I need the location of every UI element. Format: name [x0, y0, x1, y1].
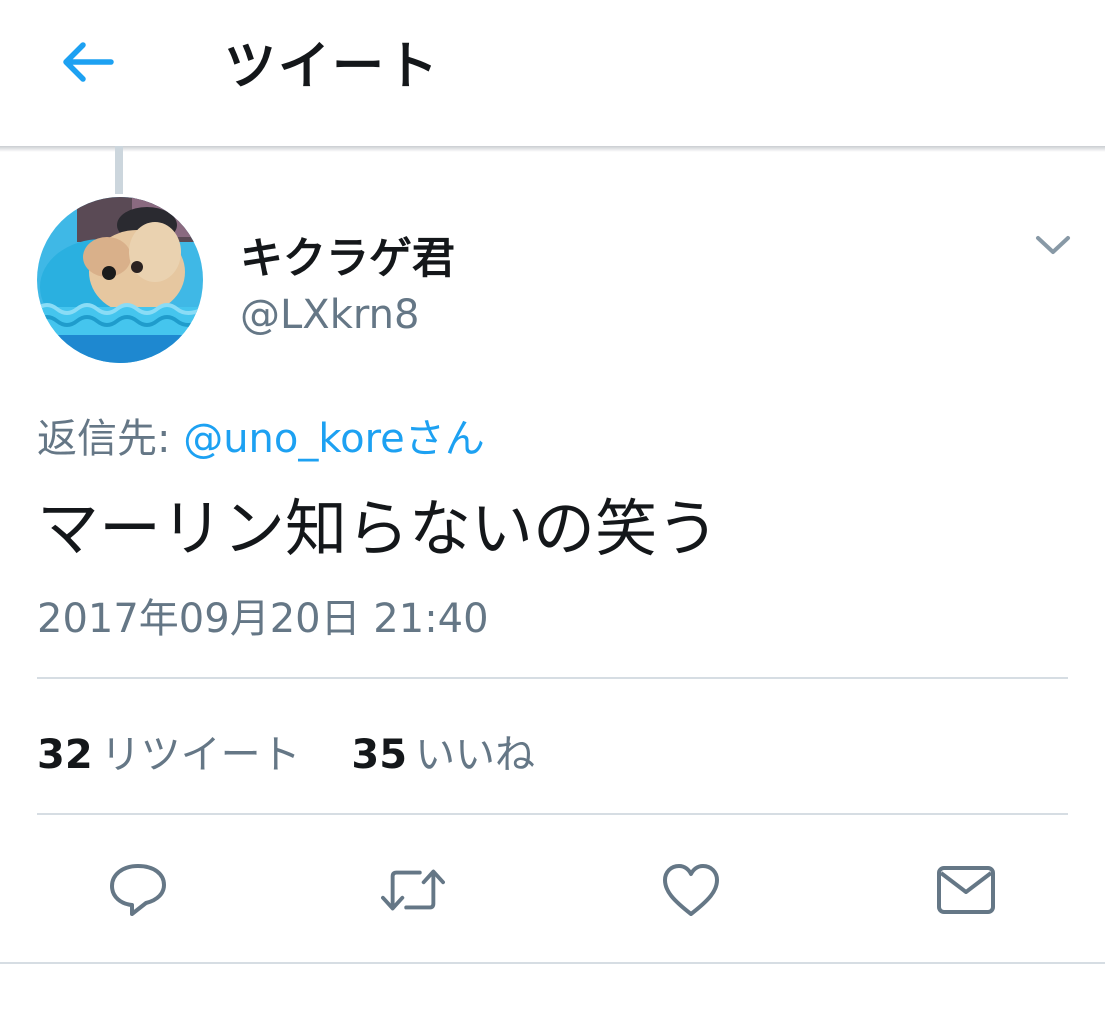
like-count-link[interactable]: 35 いいね [351, 722, 535, 780]
chevron-down-icon [1036, 236, 1070, 254]
author-handle[interactable]: @LXkrn8 [240, 292, 419, 338]
avatar[interactable] [37, 197, 203, 363]
share-via-dm-button[interactable] [934, 858, 998, 922]
tweet-menu-button[interactable] [1030, 225, 1076, 265]
divider [0, 962, 1105, 964]
reply-button[interactable] [106, 858, 170, 922]
back-arrow-icon [63, 42, 114, 82]
top-bar: ツイート [0, 0, 1105, 146]
reply-context: 返信先: @uno_koreさん [37, 406, 485, 464]
reply-mention-link[interactable]: @uno_koreさん [183, 416, 485, 462]
heart-icon [663, 864, 719, 916]
like-button[interactable] [659, 858, 723, 922]
like-count: 35 [351, 732, 408, 778]
tweet-timestamp: 2017年09月20日 21:40 [37, 596, 489, 642]
divider [37, 813, 1068, 815]
back-button[interactable] [52, 32, 122, 92]
author-display-name[interactable]: キクラゲ君 [240, 224, 455, 286]
retweet-count-link[interactable]: 32 リツイート [37, 722, 301, 780]
envelope-icon [937, 866, 995, 914]
retweet-count: 32 [37, 732, 93, 778]
tweet-stats: 32 リツイート 35 いいね [37, 722, 573, 780]
reply-icon [110, 864, 166, 916]
page-title: ツイート [224, 37, 441, 97]
tweet-text: マーリン知らないの笑う [37, 492, 720, 565]
dog-avatar [37, 197, 203, 363]
retweet-icon [381, 869, 445, 911]
divider [37, 677, 1068, 679]
retweet-label: リツイート [100, 732, 301, 778]
like-label: いいね [415, 732, 536, 778]
thread-connector-line [115, 146, 123, 194]
header-shadow [0, 146, 1105, 152]
retweet-button[interactable] [381, 858, 445, 922]
reply-prefix: 返信先: [37, 416, 184, 462]
